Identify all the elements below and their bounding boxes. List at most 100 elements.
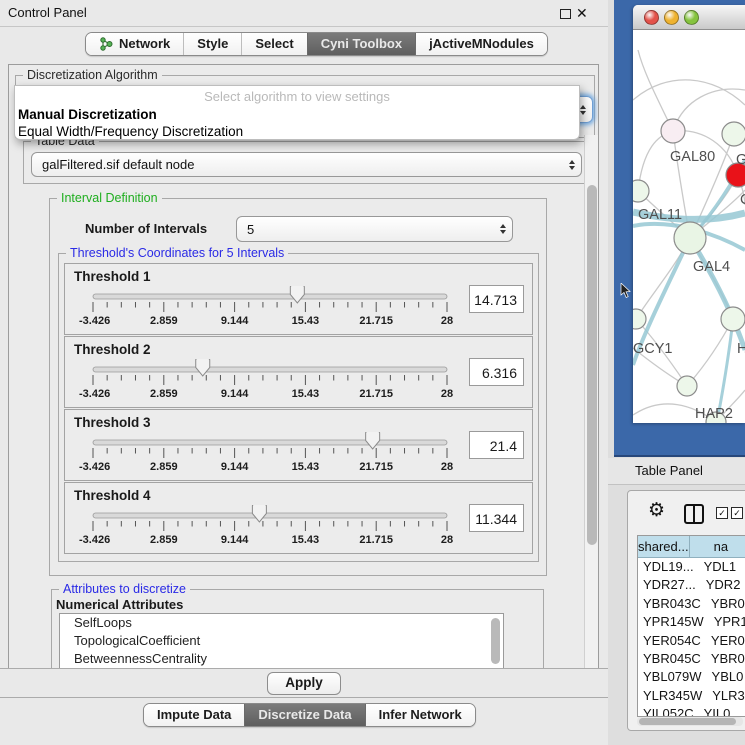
table-cell[interactable]: YBL079W: [638, 668, 702, 686]
table-row[interactable]: YBR045CYBR0: [638, 650, 745, 668]
table-cell[interactable]: YDL19...: [638, 558, 694, 576]
network-node[interactable]: [633, 180, 649, 202]
table-panel-title: Table Panel: [635, 458, 703, 483]
svg-text:21.715: 21.715: [359, 534, 393, 546]
svg-text:15.43: 15.43: [292, 461, 320, 473]
number-of-intervals-select[interactable]: 5: [236, 216, 513, 242]
svg-text:-3.426: -3.426: [79, 315, 110, 327]
table-cell[interactable]: YPR1: [704, 613, 745, 631]
table-cell[interactable]: YBR0: [701, 595, 745, 613]
network-node[interactable]: [722, 122, 745, 146]
table-hscrollbar-track[interactable]: [637, 717, 743, 726]
threshold-slider[interactable]: -3.4262.8599.14415.4321.71528: [79, 286, 469, 330]
tab-cyni-toolbox[interactable]: Cyni Toolbox: [307, 33, 415, 55]
network-node[interactable]: [677, 376, 697, 396]
slider-thumb[interactable]: [252, 505, 266, 522]
tab-discretize-data[interactable]: Discretize Data: [244, 704, 364, 726]
tab-network[interactable]: Network: [86, 33, 183, 55]
table-cell[interactable]: YLR345W: [638, 687, 702, 705]
table-cell[interactable]: YER0: [701, 632, 745, 650]
table-row[interactable]: YIL052CYIL0: [638, 705, 745, 717]
table-cell[interactable]: YBR045C: [638, 650, 701, 668]
panel-scrollbar-thumb[interactable]: [587, 185, 597, 545]
cyni-mode-tabs: Impute DataDiscretize DataInfer Network: [143, 703, 476, 727]
table-cell[interactable]: YPR145W: [638, 613, 704, 631]
attributes-list-scrollbar[interactable]: [491, 618, 500, 664]
slider-thumb[interactable]: [196, 359, 210, 376]
table-cell[interactable]: YLR3: [702, 687, 745, 705]
attribute-item[interactable]: SelfLoops: [60, 614, 503, 632]
threshold-slider[interactable]: -3.4262.8599.14415.4321.71528: [79, 505, 469, 549]
svg-text:2.859: 2.859: [150, 388, 178, 400]
checkbox-icon[interactable]: ✓: [731, 507, 743, 519]
network-node-label: GAL4: [693, 259, 730, 275]
algorithm-option[interactable]: Manual Discretization: [18, 107, 157, 122]
network-node[interactable]: [661, 119, 685, 143]
algorithm-option[interactable]: Equal Width/Frequency Discretization: [18, 124, 243, 139]
column-header-shared-name[interactable]: shared...: [638, 536, 690, 557]
columns-icon[interactable]: [684, 504, 704, 524]
tab-impute-data[interactable]: Impute Data: [144, 704, 244, 726]
threshold-slider[interactable]: -3.4262.8599.14415.4321.71528: [79, 359, 469, 403]
network-canvas[interactable]: GAL80GCGAL11GAL4GCY1HHAP2: [633, 30, 745, 423]
table-cell[interactable]: YDL1: [694, 558, 745, 576]
table-cell[interactable]: YDR2: [696, 576, 745, 594]
tab-infer-network[interactable]: Infer Network: [365, 704, 475, 726]
threshold-label: Threshold 3: [74, 415, 151, 430]
thresholds-group-title: Threshold's Coordinates for 5 Intervals: [66, 246, 288, 260]
tab-style[interactable]: Style: [183, 33, 241, 55]
slider-thumb[interactable]: [290, 286, 304, 303]
table-cell[interactable]: YIL052C: [638, 705, 694, 717]
float-window-icon[interactable]: [560, 9, 571, 19]
zoom-traffic-light[interactable]: [684, 10, 699, 25]
svg-text:-3.426: -3.426: [79, 534, 110, 546]
attribute-item[interactable]: TopologicalCoefficient: [60, 632, 503, 650]
threshold-row: Threshold 1-3.4262.8599.14415.4321.71528…: [64, 263, 533, 335]
table-cell[interactable]: YDR27...: [638, 576, 696, 594]
table-row[interactable]: YBL079WYBL0: [638, 668, 745, 686]
table-row[interactable]: YDR27...YDR2: [638, 576, 745, 594]
threshold-slider[interactable]: -3.4262.8599.14415.4321.71528: [79, 432, 469, 476]
tab-jactivemnodules[interactable]: jActiveMNodules: [415, 33, 547, 55]
table-cell[interactable]: YIL0: [694, 705, 745, 717]
gear-icon[interactable]: ⚙: [648, 499, 665, 521]
algorithm-dropdown-popup: Select algorithm to view settings Manual…: [14, 85, 580, 140]
threshold-value-input[interactable]: 11.344: [469, 504, 524, 532]
table-cell[interactable]: YBL0: [702, 668, 745, 686]
tab-select[interactable]: Select: [241, 33, 306, 55]
attributes-group-title: Attributes to discretize: [59, 582, 190, 596]
panel-scrollbar-track[interactable]: [584, 135, 599, 669]
control-panel-titlebar: Control Panel ✕: [0, 0, 608, 27]
svg-text:28: 28: [441, 388, 453, 400]
column-header-name[interactable]: na: [690, 536, 745, 557]
table-row[interactable]: YBR043CYBR0: [638, 595, 745, 613]
svg-text:9.144: 9.144: [221, 534, 249, 546]
threshold-value-input[interactable]: 14.713: [469, 285, 524, 313]
table-row[interactable]: YDL19...YDL1: [638, 558, 745, 576]
numerical-attributes-list: SelfLoopsTopologicalCoefficientBetweenne…: [59, 613, 504, 670]
number-of-intervals-label: Number of Intervals: [85, 221, 207, 236]
chevron-up-down-icon: [494, 224, 512, 234]
table-row[interactable]: YLR345WYLR3: [638, 687, 745, 705]
checkbox-icon[interactable]: ✓: [716, 507, 728, 519]
close-icon[interactable]: ✕: [576, 4, 588, 22]
table-row[interactable]: YPR145WYPR1: [638, 613, 745, 631]
close-traffic-light[interactable]: [644, 10, 659, 25]
network-node[interactable]: [674, 222, 706, 254]
slider-thumb[interactable]: [366, 432, 380, 449]
network-node[interactable]: [633, 309, 646, 329]
mouse-cursor-icon: [620, 283, 632, 299]
attribute-item[interactable]: BetweennessCentrality: [60, 650, 503, 668]
threshold-value-input[interactable]: 21.4: [469, 431, 524, 459]
network-node[interactable]: [721, 307, 745, 331]
table-cell[interactable]: YBR0: [701, 650, 745, 668]
table-data-select[interactable]: galFiltered.sif default node: [31, 152, 582, 177]
table-cell[interactable]: YER054C: [638, 632, 701, 650]
table-panel-titlebar: Table Panel: [608, 458, 745, 485]
table-hscrollbar-thumb[interactable]: [639, 718, 736, 725]
table-row[interactable]: YER054CYER0: [638, 632, 745, 650]
threshold-value-input[interactable]: 6.316: [469, 358, 524, 386]
apply-button[interactable]: Apply: [267, 672, 341, 695]
minimize-traffic-light[interactable]: [664, 10, 679, 25]
table-cell[interactable]: YBR043C: [638, 595, 701, 613]
